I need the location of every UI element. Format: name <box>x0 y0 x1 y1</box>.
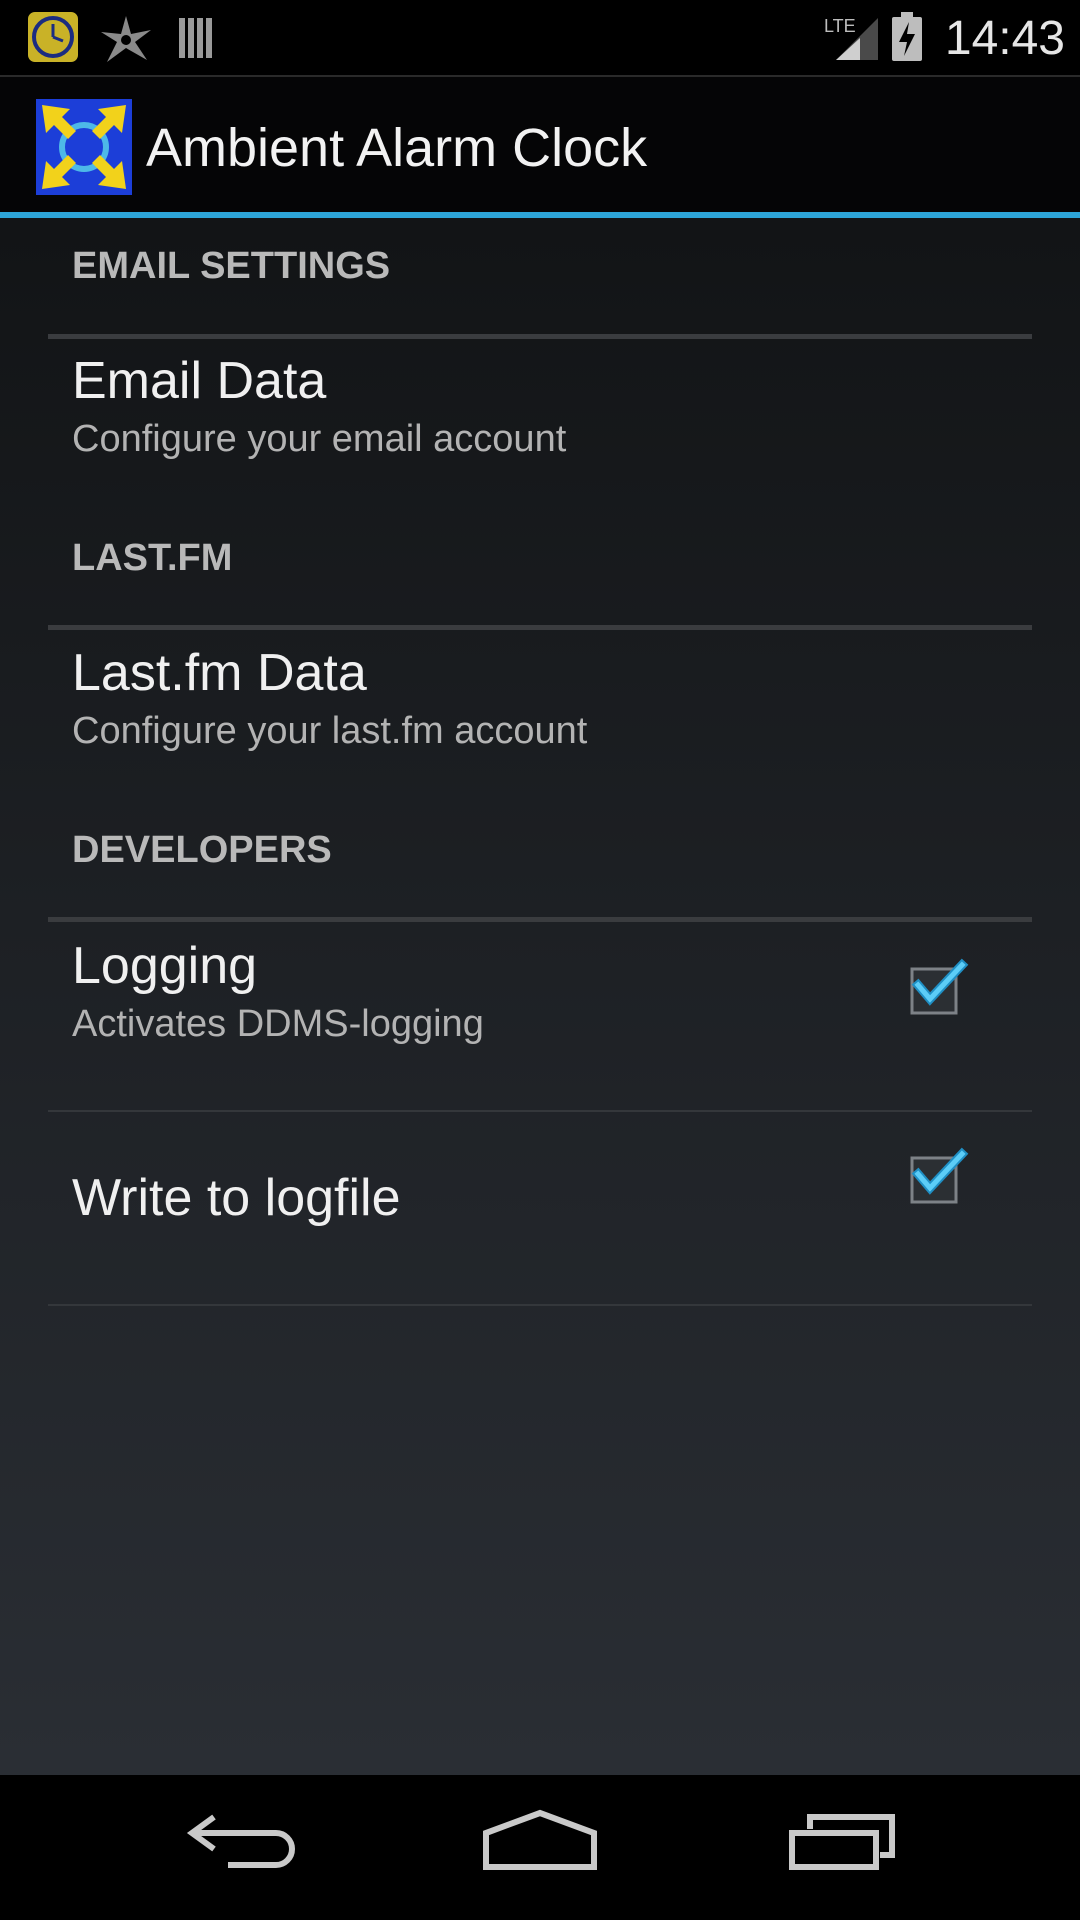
category-developers: DEVELOPERS <box>48 828 1032 922</box>
star-icon <box>101 16 151 62</box>
pref-title: Last.fm Data <box>72 644 367 702</box>
preferences-list: EMAIL SETTINGS Email Data Configure your… <box>0 218 1080 1775</box>
home-icon[interactable] <box>480 1805 600 1885</box>
row-divider <box>48 1110 1032 1112</box>
pref-lastfm-data[interactable]: Last.fm Data Configure your last.fm acco… <box>48 635 1032 790</box>
barcode-icon <box>179 18 212 58</box>
clock-time: 14:43 <box>944 12 1065 65</box>
pref-summary: Configure your email account <box>72 418 567 460</box>
row-divider <box>48 1304 1032 1306</box>
app-icon[interactable] <box>36 99 132 195</box>
write-logfile-checkbox[interactable] <box>906 1144 970 1208</box>
pref-email-data[interactable]: Email Data Configure your email account <box>48 343 1032 498</box>
category-divider <box>48 917 1032 922</box>
category-lastfm: LAST.FM <box>48 536 1032 630</box>
battery-charging-icon <box>892 12 922 61</box>
pref-summary: Configure your last.fm account <box>72 710 588 752</box>
pref-logging[interactable]: Logging Activates DDMS-logging <box>48 928 1032 1114</box>
back-icon[interactable] <box>180 1805 300 1885</box>
pref-title: Write to logfile <box>72 1169 401 1227</box>
clock-icon <box>26 10 80 64</box>
pref-title: Email Data <box>72 352 327 410</box>
pref-write-logfile[interactable]: Write to logfile <box>48 1114 1032 1308</box>
category-title: EMAIL SETTINGS <box>72 245 391 287</box>
category-divider <box>48 334 1032 339</box>
recents-icon[interactable] <box>782 1805 902 1885</box>
category-divider <box>48 625 1032 630</box>
category-title: DEVELOPERS <box>72 829 332 871</box>
app-title: Ambient Alarm Clock <box>146 118 648 178</box>
signal-icon: LTE <box>824 16 878 60</box>
pref-title: Logging <box>72 937 258 995</box>
status-bar: LTE 14:43 <box>0 0 1080 75</box>
logging-checkbox[interactable] <box>906 955 970 1019</box>
action-bar: Ambient Alarm Clock <box>0 75 1080 215</box>
pref-summary: Activates DDMS-logging <box>72 1003 484 1045</box>
lte-label: LTE <box>824 16 856 36</box>
category-email-settings: EMAIL SETTINGS <box>48 244 1032 339</box>
navigation-bar <box>0 1775 1080 1920</box>
category-title: LAST.FM <box>72 537 233 579</box>
